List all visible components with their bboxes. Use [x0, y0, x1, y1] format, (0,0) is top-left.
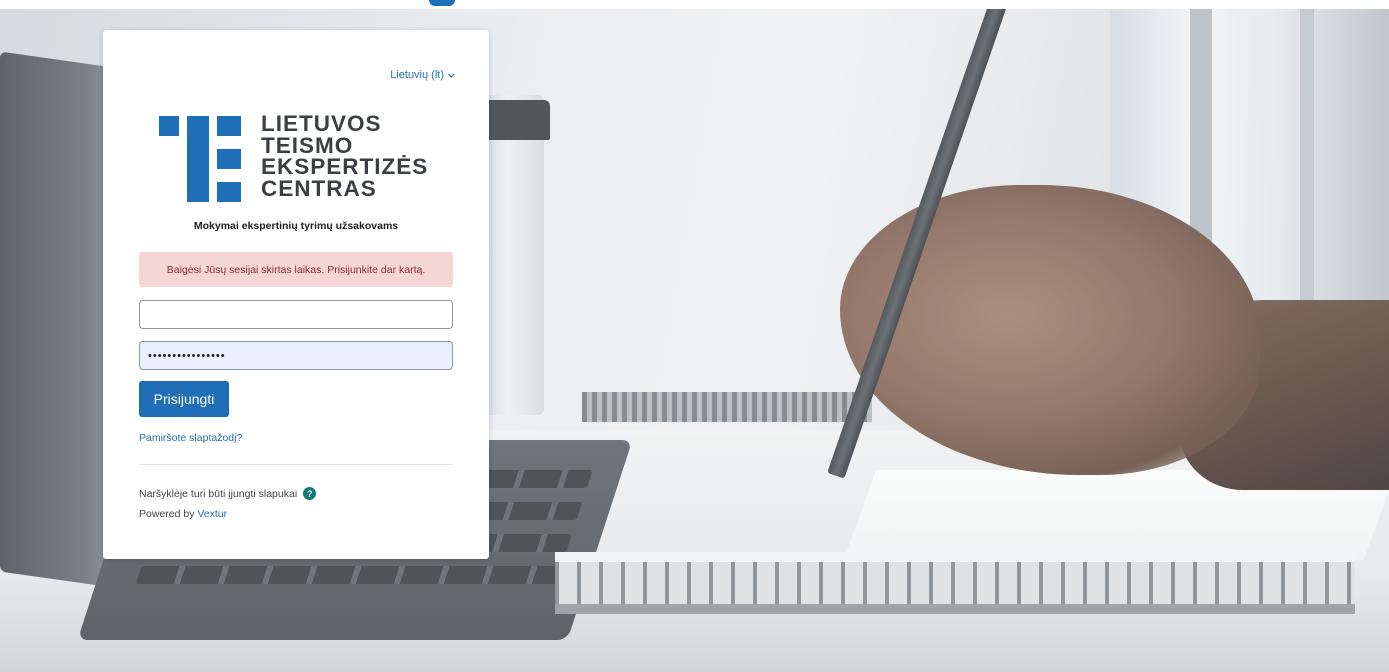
session-expired-alert: Baigėsi Jūsų sesijai skirtas laikas. Pri… — [139, 252, 453, 287]
logo-line: CENTRAS — [261, 175, 377, 201]
logo: LIETUVOS TEISMO EKSPERTIZĖS CENTRAS — [159, 113, 439, 202]
language-label: Lietuvių (lt) — [390, 69, 444, 81]
logo-mark-icon — [159, 116, 241, 202]
login-page: Lietuvių (lt) LIETUVOS TEISMO EKSPERTIZĖ… — [0, 0, 1389, 672]
question-icon[interactable]: ? — [303, 487, 317, 500]
top-strip — [0, 0, 1389, 9]
site-subtitle: Mokymai ekspertinių tyrimų užsakovams — [193, 220, 399, 232]
forgot-password-link[interactable]: Pamiršote slaptažodį? — [139, 432, 242, 444]
alert-text: Baigėsi Jūsų sesijai skirtas laikas. Pri… — [166, 263, 426, 276]
cookies-notice: Naršyklėje turi būti įjungti slapukai ? — [139, 487, 317, 500]
cookies-text: Naršyklėje turi būti įjungti slapukai — [139, 487, 298, 500]
username-input[interactable] — [139, 300, 453, 329]
logo-line: TEISMO — [261, 132, 354, 158]
chevron-down-icon — [448, 73, 455, 78]
logo-line: EKSPERTIZĖS — [261, 154, 429, 179]
powered-by: Powered by Vextur — [139, 508, 227, 520]
login-card: Lietuvių (lt) LIETUVOS TEISMO EKSPERTIZĖ… — [103, 30, 489, 559]
vextur-link[interactable]: Vextur — [197, 508, 227, 520]
divider — [139, 464, 453, 465]
powered-prefix: Powered by — [139, 508, 195, 520]
logo-wordmark: LIETUVOS TEISMO EKSPERTIZĖS CENTRAS — [261, 113, 461, 199]
login-button[interactable]: Prisijungti — [139, 381, 229, 417]
language-selector[interactable]: Lietuvių (lt) — [390, 69, 455, 81]
top-accent — [429, 0, 455, 6]
logo-line: LIETUVOS — [261, 111, 382, 136]
password-input[interactable] — [139, 341, 453, 370]
